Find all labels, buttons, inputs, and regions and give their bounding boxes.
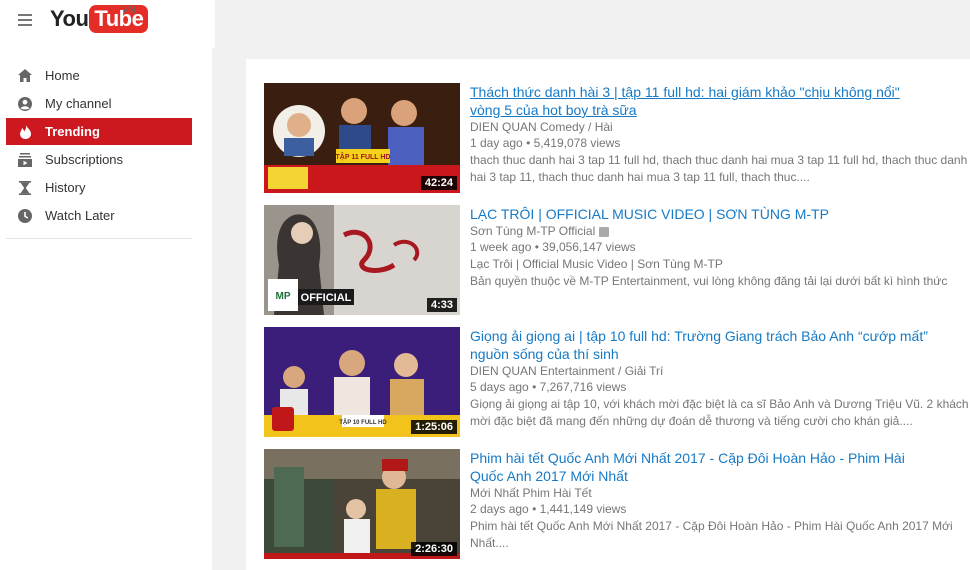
logo-tube: Tube [89, 5, 149, 33]
channel-name[interactable]: DIEN QUAN Comedy / Hài [470, 120, 970, 135]
video-duration: 1:25:06 [411, 420, 457, 434]
sidebar-item-history[interactable]: History [6, 174, 192, 201]
video-age: 5 days ago [470, 380, 529, 394]
video-item: 2:26:30 Phim hài tết Quốc Anh Mới Nhất 2… [264, 449, 970, 559]
channel-name[interactable]: DIEN QUAN Entertainment / Giải Trí [470, 364, 970, 379]
video-title-line: Giọng ải giọng ai | tập 10 full hd: Trườ… [470, 328, 928, 344]
video-info: Phim hài tết Quốc Anh Mới Nhất 2017 - Cặ… [470, 449, 970, 552]
sidebar-item-label: My channel [45, 96, 112, 111]
trending-feed: TẬP 11 FULL HD 42:24 Thách thức danh hài… [246, 59, 970, 570]
sidebar-item-label: Watch Later [45, 208, 115, 223]
video-meta: 1 week ago • 39,056,147 views [470, 239, 970, 256]
sidebar-item-label: Trending [45, 124, 100, 139]
flame-icon [17, 124, 33, 140]
sidebar: Home My channel Trending Subscriptions H… [0, 48, 212, 570]
video-duration: 42:24 [420, 176, 457, 190]
channel-name[interactable]: Mới Nhất Phim Hài Tết [470, 486, 970, 501]
video-age: 2 days ago [470, 502, 529, 516]
video-title[interactable]: Giọng ải giọng ai | tập 10 full hd: Trườ… [470, 327, 970, 363]
video-description: thach thuc danh hai 3 tap 11 full hd, th… [470, 152, 970, 186]
sidebar-item-trending[interactable]: Trending [6, 118, 192, 145]
logo-region: VN [122, 5, 136, 16]
video-item: TẬP 10 FULL HD 1:25:06 Giọng ải giọng ai… [264, 327, 970, 437]
description-line: thach thuc danh hai 3 tap 11 full hd, th… [470, 153, 968, 167]
video-title-line: nguồn sống của thí sinh [470, 346, 619, 362]
verified-badge-icon [599, 226, 610, 237]
sidebar-item-label: Subscriptions [45, 152, 124, 167]
video-info: Thách thức danh hài 3 | tập 11 full hd: … [470, 83, 970, 186]
description-line: Giọng ải giọng ai tập 10, với khách mời … [470, 397, 969, 411]
description-line: Nhất.... [470, 536, 509, 550]
masthead: You Tube VN [0, 0, 215, 48]
sidebar-item-label: Home [45, 68, 80, 83]
video-thumbnail[interactable]: TẬP 10 FULL HD 1:25:06 [264, 327, 460, 437]
description-line: mời đặc biệt đã mang đến những dự đoán d… [470, 414, 913, 428]
video-age: 1 week ago [470, 240, 532, 254]
thumbnail-label: TẬP 10 FULL HD [339, 419, 387, 426]
view-count: 39,056,147 views [542, 240, 636, 254]
sidebar-divider [6, 238, 192, 239]
channel-name[interactable]: Sơn Tùng M-TP Official [470, 224, 970, 239]
video-thumbnail[interactable]: TẬP 11 FULL HD 42:24 [264, 83, 460, 193]
video-title-line: LẠC TRÔI | OFFICIAL MUSIC VIDEO | SƠN TÙ… [470, 206, 829, 222]
meta-separator: • [532, 380, 537, 394]
menu-icon[interactable] [18, 14, 32, 26]
video-title-line: Phim hài tết Quốc Anh Mới Nhất 2017 - Cặ… [470, 450, 905, 466]
video-description: Lạc Trôi | Official Music Video | Sơn Tù… [470, 256, 970, 290]
video-item: MP OFFICIAL 4:33 LẠC TRÔI | OFFICIAL MUS… [264, 205, 970, 315]
video-title-line: Thách thức danh hài 3 | tập 11 full hd: … [470, 84, 900, 100]
video-title[interactable]: LẠC TRÔI | OFFICIAL MUSIC VIDEO | SƠN TÙ… [470, 205, 970, 223]
clock-icon [17, 208, 33, 224]
meta-separator: • [534, 240, 539, 254]
sidebar-item-label: History [45, 180, 86, 195]
video-title[interactable]: Phim hài tết Quốc Anh Mới Nhất 2017 - Cặ… [470, 449, 970, 485]
sidebar-item-home[interactable]: Home [6, 62, 192, 89]
sidebar-item-my-channel[interactable]: My channel [6, 90, 192, 117]
description-line: Phim hài tết Quốc Anh Mới Nhất 2017 - Cặ… [470, 519, 953, 533]
video-title-line: Quốc Anh 2017 Mới Nhất [470, 468, 628, 484]
video-thumbnail[interactable]: 2:26:30 [264, 449, 460, 559]
view-count: 5,419,078 views [533, 136, 621, 150]
hourglass-icon [17, 180, 33, 196]
video-meta: 1 day ago • 5,419,078 views [470, 135, 970, 152]
description-line: hai 3 tap 11, thach thuc danh hai mua 3 … [470, 170, 810, 184]
meta-separator: • [532, 502, 537, 516]
video-duration: 2:26:30 [411, 542, 457, 556]
home-icon [17, 68, 33, 84]
video-description: Phim hài tết Quốc Anh Mới Nhất 2017 - Cặ… [470, 518, 970, 552]
sidebar-item-watch-later[interactable]: Watch Later [6, 202, 192, 229]
meta-separator: • [526, 136, 531, 150]
video-info: Giọng ải giọng ai | tập 10 full hd: Trườ… [470, 327, 970, 430]
logo-you: You [50, 6, 89, 31]
youtube-logo[interactable]: You Tube VN [50, 4, 149, 34]
view-count: 7,267,716 views [539, 380, 627, 394]
sidebar-item-subscriptions[interactable]: Subscriptions [6, 146, 192, 173]
account-icon [17, 96, 33, 112]
video-item: TẬP 11 FULL HD 42:24 Thách thức danh hài… [264, 83, 970, 193]
thumbnail-label: OFFICIAL [301, 292, 352, 304]
description-line: Lạc Trôi | Official Music Video | Sơn Tù… [470, 257, 723, 271]
description-line: Bản quyền thuộc về M-TP Entertainment, v… [470, 274, 948, 288]
video-duration: 4:33 [426, 298, 457, 312]
thumbnail-label: TẬP 11 FULL HD [336, 152, 391, 161]
channel-name-text: Sơn Tùng M-TP Official [470, 224, 596, 238]
view-count: 1,441,149 views [539, 502, 627, 516]
subscriptions-icon [17, 152, 33, 168]
svg-text:MP: MP [276, 291, 291, 302]
video-title-line: vòng 5 của hot boy trà sữa [470, 102, 637, 118]
video-meta: 2 days ago • 1,441,149 views [470, 501, 970, 518]
video-title[interactable]: Thách thức danh hài 3 | tập 11 full hd: … [470, 83, 970, 119]
video-meta: 5 days ago • 7,267,716 views [470, 379, 970, 396]
video-info: LẠC TRÔI | OFFICIAL MUSIC VIDEO | SƠN TÙ… [470, 205, 970, 290]
video-description: Giọng ải giọng ai tập 10, với khách mời … [470, 396, 970, 430]
video-age: 1 day ago [470, 136, 523, 150]
video-thumbnail[interactable]: MP OFFICIAL 4:33 [264, 205, 460, 315]
